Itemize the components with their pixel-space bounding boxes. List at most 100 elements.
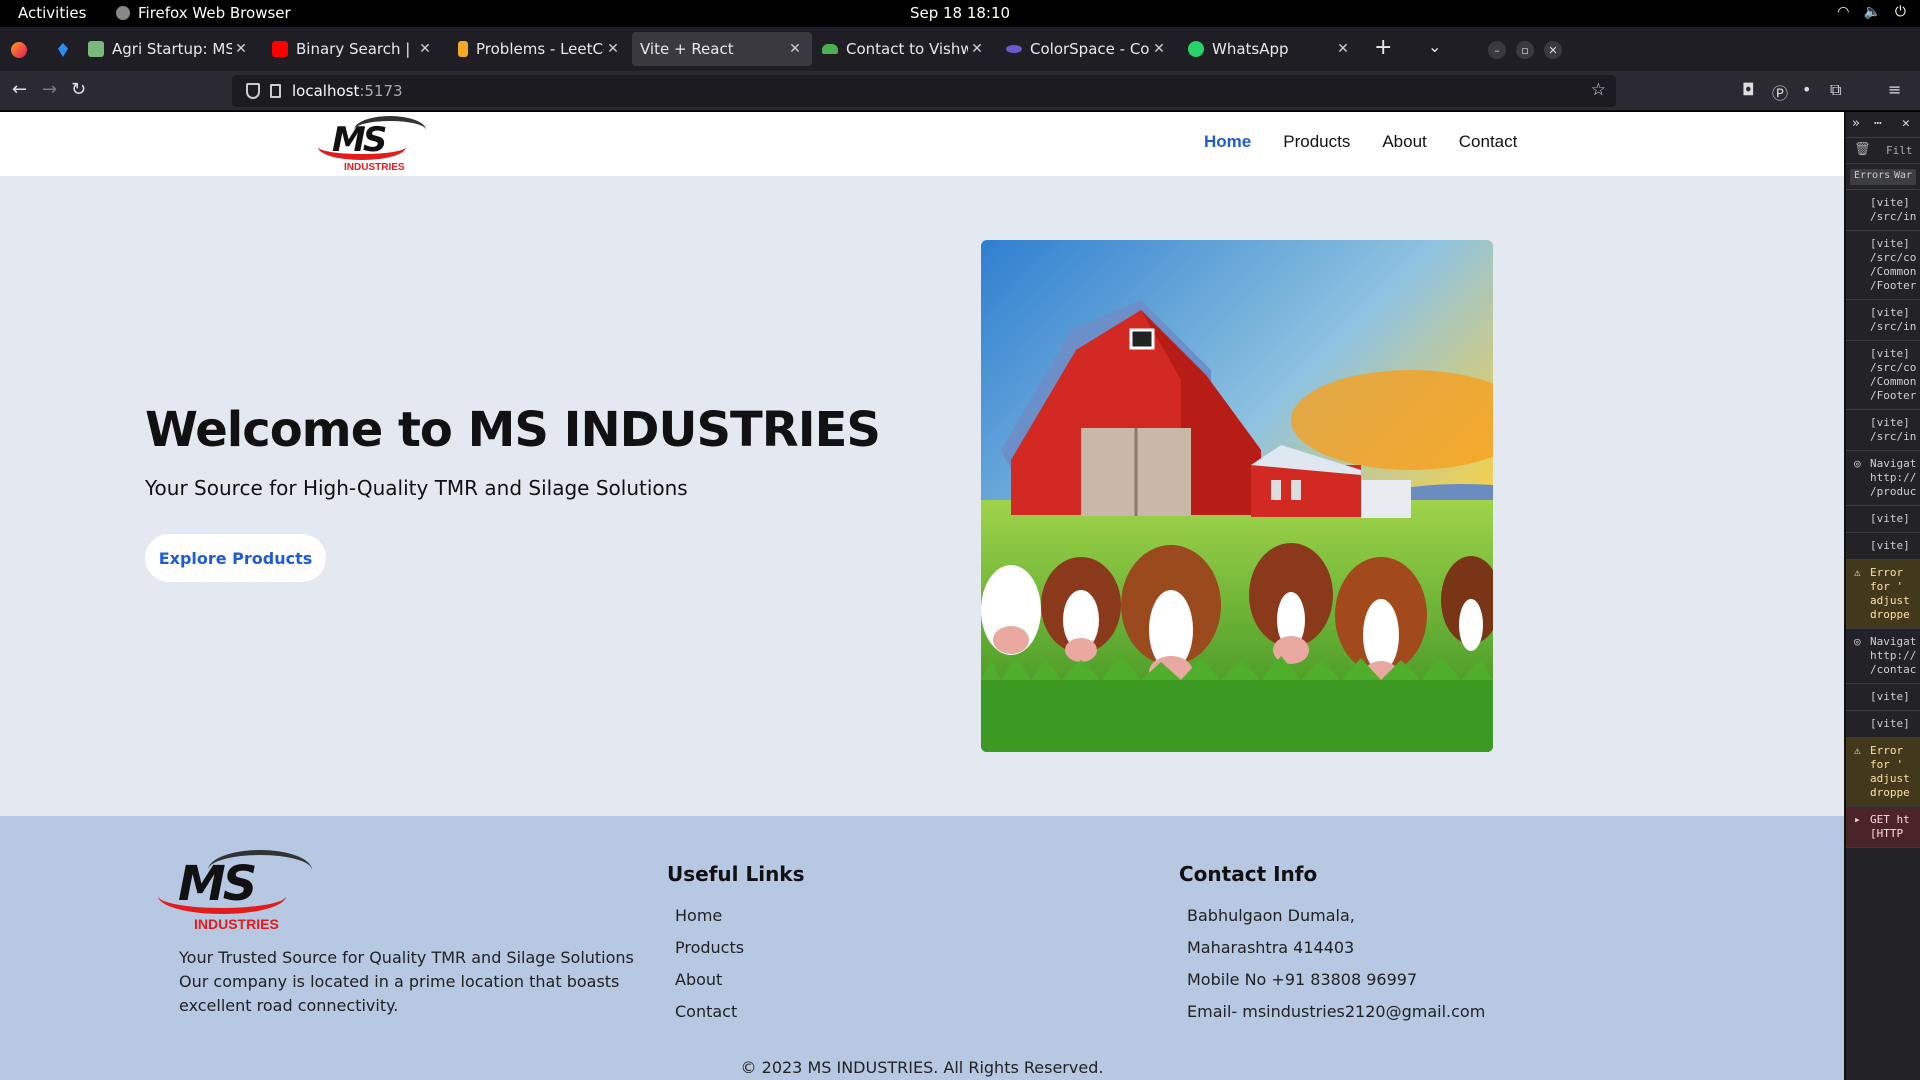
- url-bar[interactable]: localhost:5173 ☆: [232, 75, 1616, 107]
- console-log-entry[interactable]: ◎ Navigat http:// /contac: [1846, 629, 1920, 684]
- footer-link-home[interactable]: Home: [675, 906, 722, 925]
- console-log-text: [vite] /src/in: [1870, 306, 1917, 333]
- navigation-globe-icon: ◎: [1854, 635, 1861, 648]
- footer-link-about[interactable]: About: [675, 970, 722, 989]
- console-log-entry[interactable]: [vite] /src/in: [1846, 410, 1920, 451]
- browser-tab-active[interactable]: Vite + React ✕: [632, 32, 812, 66]
- close-window-button[interactable]: ✕: [1544, 41, 1562, 59]
- console-log-entry[interactable]: [vite]: [1846, 711, 1920, 738]
- clock[interactable]: Sep 18 18:10: [0, 4, 1920, 22]
- console-log-entry[interactable]: [vite] /src/co /Common /Footer: [1846, 341, 1920, 410]
- browser-tab[interactable]: Problems - LeetCode ✕: [450, 32, 630, 66]
- console-log-text: Error for ' adjust droppe: [1870, 744, 1910, 799]
- back-button[interactable]: ←: [12, 79, 27, 100]
- tab-favicon-icon: [272, 41, 288, 57]
- console-log-entry[interactable]: ⚠ Error for ' adjust droppe: [1846, 738, 1920, 807]
- footer-link-products[interactable]: Products: [675, 938, 744, 957]
- nav-about[interactable]: About: [1382, 132, 1426, 152]
- forward-button[interactable]: →: [42, 79, 57, 100]
- tab-close-icon[interactable]: ✕: [786, 41, 804, 57]
- url-host: localhost: [292, 82, 360, 100]
- reload-button[interactable]: ↻: [71, 79, 86, 100]
- url-port: :5173: [359, 82, 403, 100]
- browser-tab[interactable]: WhatsApp ✕: [1180, 32, 1360, 66]
- console-log-entry[interactable]: [vite]: [1846, 684, 1920, 711]
- tab-title: Agri Startup: MS INDUSTRIES: [112, 40, 232, 58]
- console-log-text: GET ht [HTTP: [1870, 813, 1910, 840]
- nav-toolbar: ← → ↻ localhost:5173 ☆ ◘ Ⓟ • ⧉ ≡: [0, 71, 1920, 111]
- new-tab-button[interactable]: +: [1374, 35, 1392, 60]
- devtools-more-icon[interactable]: ⋯: [1874, 116, 1882, 131]
- console-log-text: Navigat http:// /produc: [1870, 457, 1917, 498]
- nav-products[interactable]: Products: [1283, 132, 1350, 152]
- hero-image-barn-cows: [981, 240, 1493, 752]
- list-tabs-chevron-icon[interactable]: ⌄: [1428, 37, 1441, 56]
- bookmark-star-icon[interactable]: ☆: [1591, 80, 1606, 100]
- footer-logo-subtext: INDUSTRIES: [194, 916, 279, 932]
- extension-status-icon[interactable]: •: [1802, 80, 1811, 99]
- tab-close-icon[interactable]: ✕: [604, 41, 622, 57]
- tab-title: Contact to Vishwa Agro Tech: [846, 40, 968, 58]
- footer-link-contact[interactable]: Contact: [675, 1002, 737, 1021]
- firefox-view-button[interactable]: [2, 35, 36, 65]
- console-log-text: [vite] /src/in: [1870, 416, 1917, 443]
- filter-warnings-button[interactable]: War: [1890, 169, 1917, 185]
- barn-illustration: [981, 240, 1493, 752]
- console-log-entry[interactable]: [vite] /src/in: [1846, 190, 1920, 231]
- devtools-close-icon[interactable]: ✕: [1902, 116, 1910, 131]
- footer-logo[interactable]: MS INDUSTRIES: [158, 848, 318, 934]
- devtools-console-panel: » ⋯ ✕ 🗑 Filt Errors War [vite] /src/in [v…: [1844, 112, 1920, 1080]
- console-log-entry[interactable]: ◎ Navigat http:// /produc: [1846, 451, 1920, 506]
- extensions-icon[interactable]: ⧉: [1830, 80, 1841, 100]
- console-log-entry[interactable]: [vite]: [1846, 506, 1920, 533]
- tab-close-icon[interactable]: ✕: [968, 41, 986, 57]
- nav-contact[interactable]: Contact: [1459, 132, 1518, 152]
- console-log-text: [vite]: [1870, 717, 1917, 730]
- system-tray[interactable]: ◠ 🔈 ⏻: [1837, 4, 1906, 20]
- account-icon[interactable]: Ⓟ: [1772, 80, 1788, 104]
- logo-swoosh-red: [158, 878, 286, 914]
- nav-home[interactable]: Home: [1204, 132, 1251, 152]
- browser-tab[interactable]: ColorSpace - Color Palette ✕: [998, 32, 1176, 66]
- pocket-icon[interactable]: ◘: [1742, 80, 1755, 99]
- url-text[interactable]: localhost:5173: [292, 82, 403, 100]
- site-logo[interactable]: MS INDUSTRIES: [318, 114, 428, 174]
- wifi-icon: ◠: [1837, 4, 1850, 20]
- pinned-tab[interactable]: [46, 35, 80, 65]
- minimize-window-button[interactable]: –: [1488, 41, 1506, 59]
- copyright-text: © 2023 MS INDUSTRIES. All Rights Reserve…: [740, 1058, 1104, 1077]
- tab-close-icon[interactable]: ✕: [1150, 41, 1168, 57]
- footer-about-text: Your Trusted Source for Quality TMR and …: [179, 948, 634, 1015]
- console-log-text: [vite]: [1870, 690, 1917, 703]
- browser-tab[interactable]: Agri Startup: MS INDUSTRIES ✕: [80, 32, 258, 66]
- explore-products-button[interactable]: Explore Products: [145, 534, 326, 582]
- tab-close-icon[interactable]: ✕: [1334, 41, 1352, 57]
- tracking-protection-shield-icon[interactable]: [246, 83, 260, 99]
- page-info-icon[interactable]: [270, 84, 281, 98]
- tab-close-icon[interactable]: ✕: [232, 41, 250, 57]
- list-item: Products: [675, 938, 744, 970]
- tab-close-icon[interactable]: ✕: [416, 41, 434, 57]
- contact-email: Email- msindustries2120@gmail.com: [1187, 1002, 1486, 1021]
- expand-arrow-icon: ▸: [1854, 813, 1861, 826]
- devtools-toolbar: » ⋯ ✕: [1846, 112, 1920, 138]
- console-log-entry[interactable]: [vite]: [1846, 533, 1920, 560]
- tab-title: WhatsApp: [1212, 40, 1289, 58]
- logo-subtext: INDUSTRIES: [344, 162, 405, 173]
- console-log-entry[interactable]: [vite] /src/co /Common /Footer: [1846, 231, 1920, 300]
- devtools-expand-icon[interactable]: »: [1852, 116, 1860, 131]
- app-menu-icon[interactable]: ≡: [1888, 80, 1901, 99]
- console-log-text: [vite] /src/co /Common /Footer: [1870, 347, 1917, 402]
- console-log-entry[interactable]: ⚠ Error for ' adjust droppe: [1846, 560, 1920, 629]
- console-log-entry[interactable]: ▸ GET ht [HTTP: [1846, 807, 1920, 848]
- filter-errors-button[interactable]: Errors: [1850, 169, 1895, 185]
- filter-input[interactable]: Filt: [1886, 144, 1913, 157]
- browser-tab[interactable]: Contact to Vishwa Agro Tech ✕: [814, 32, 994, 66]
- console-log-text: Error for ' adjust droppe: [1870, 566, 1910, 621]
- useful-links-heading: Useful Links: [667, 862, 805, 886]
- tab-title: Binary Search | Interview: [296, 40, 416, 58]
- maximize-window-button[interactable]: ▫: [1516, 41, 1534, 59]
- console-log-entry[interactable]: [vite] /src/in: [1846, 300, 1920, 341]
- clear-console-trash-icon[interactable]: 🗑: [1854, 142, 1871, 157]
- browser-tab[interactable]: Binary Search | Interview ✕: [264, 32, 442, 66]
